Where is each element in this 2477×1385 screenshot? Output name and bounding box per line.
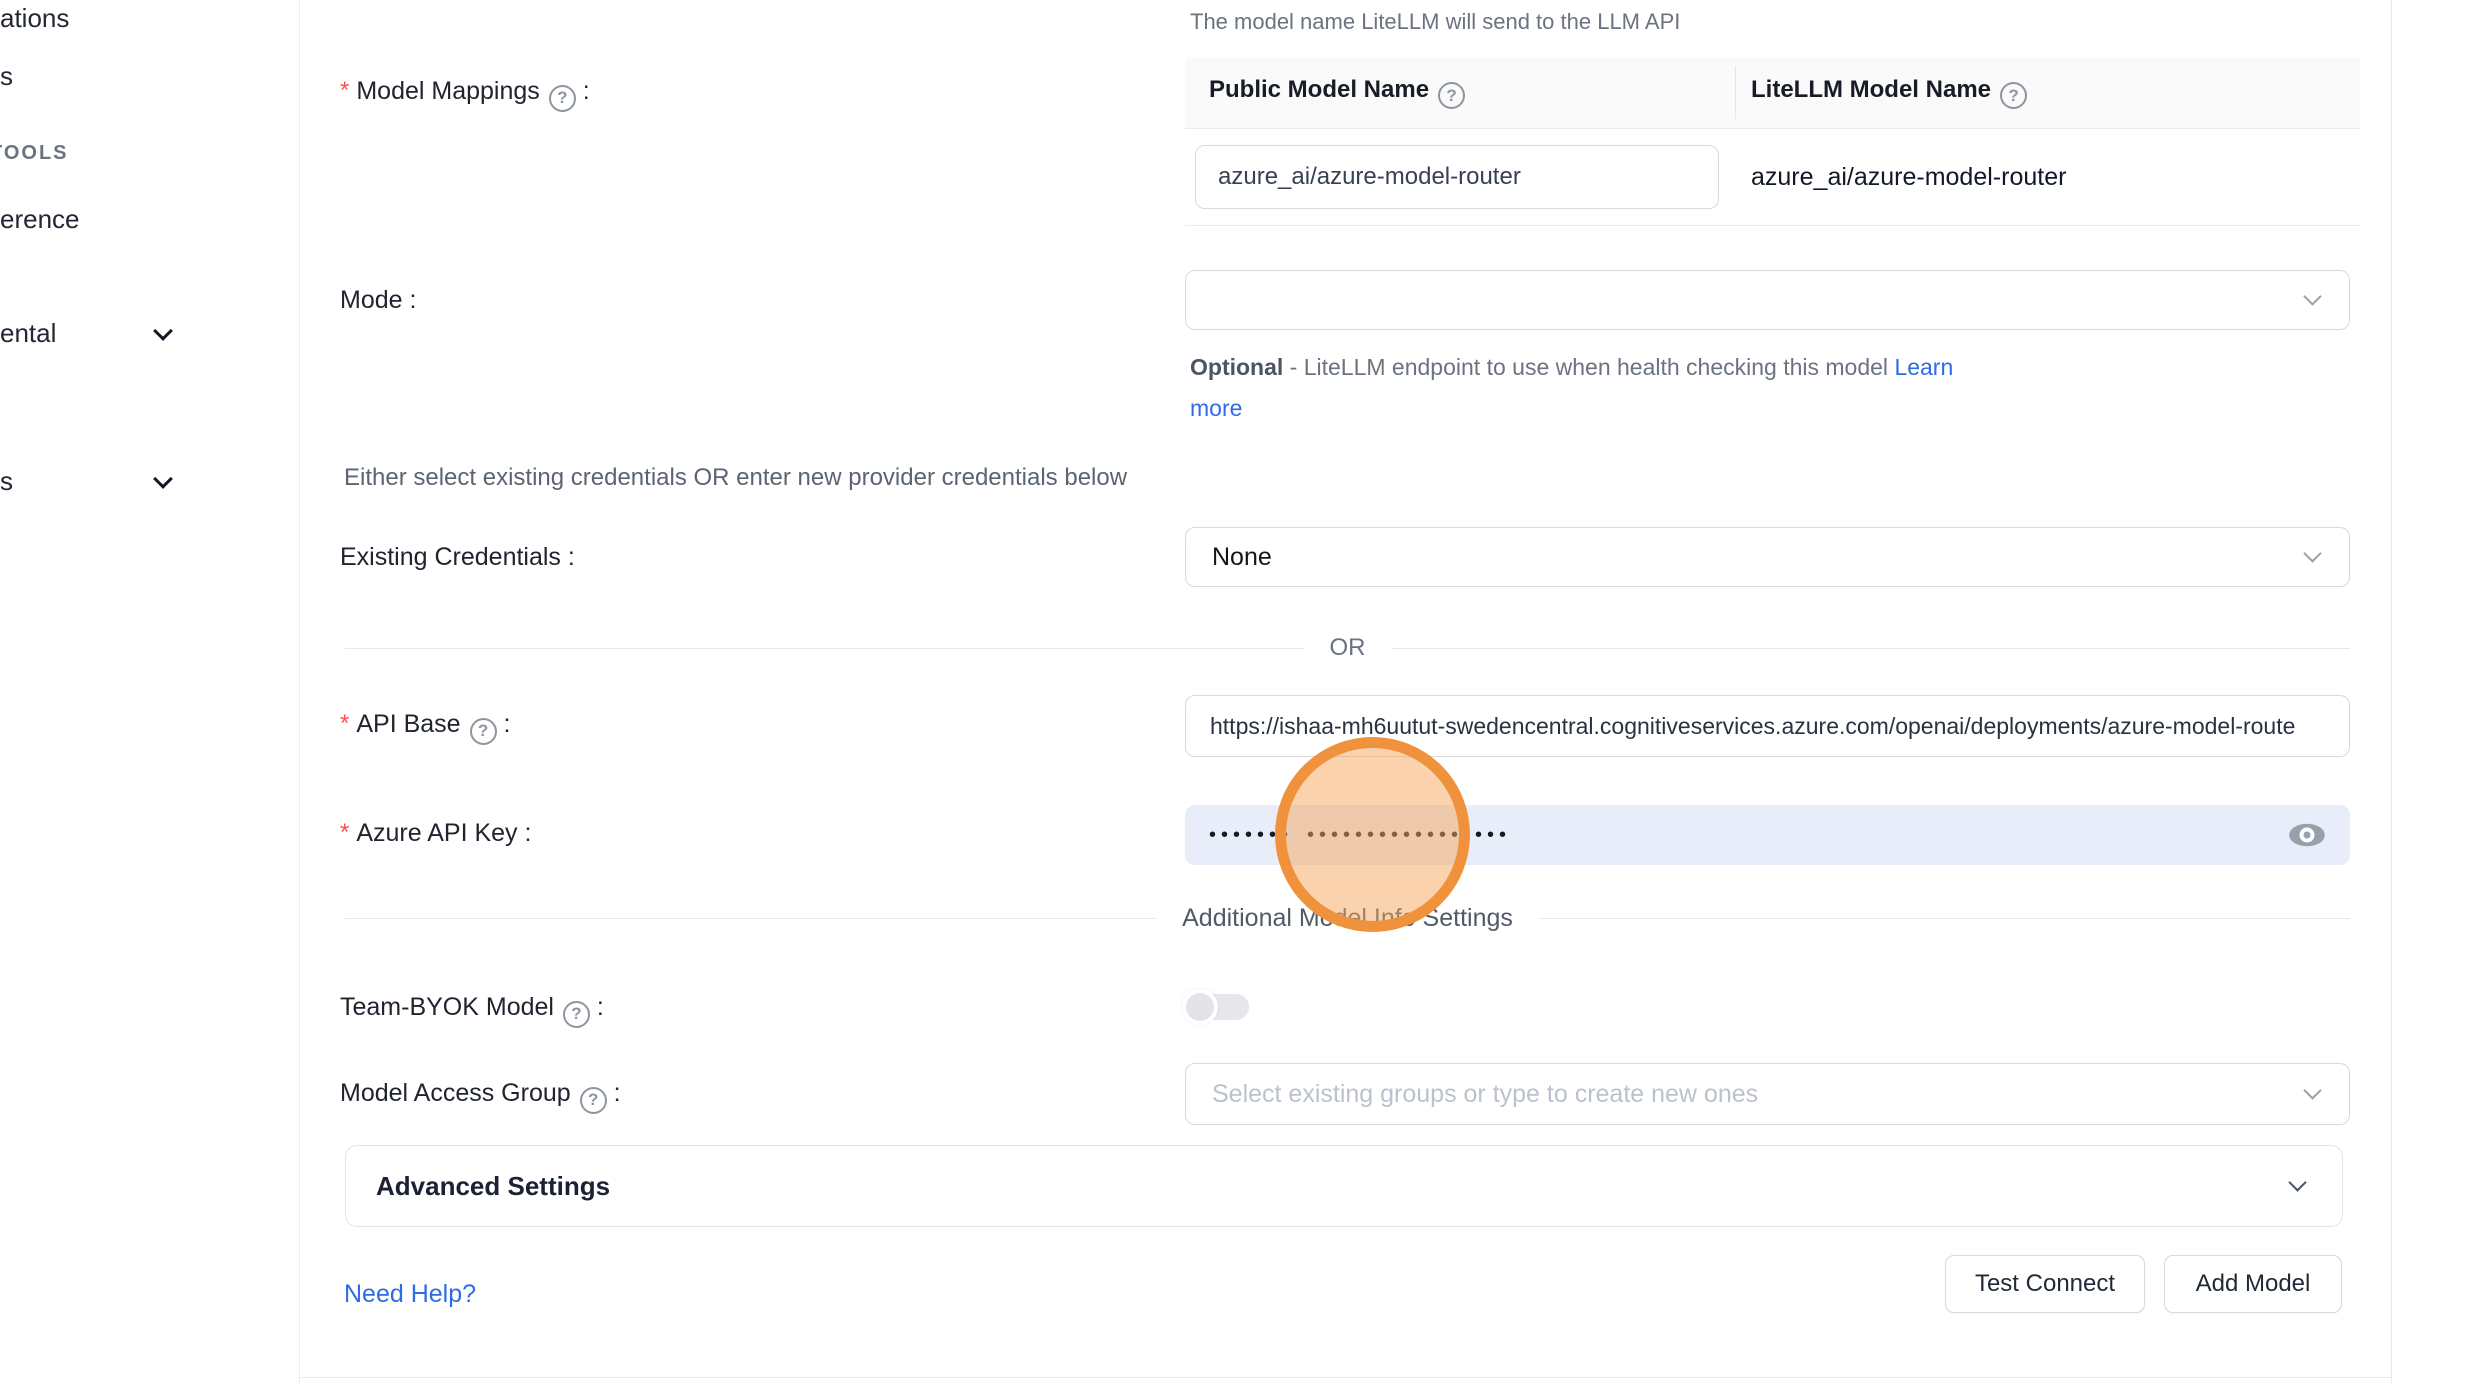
chevron-down-icon: [2303, 287, 2321, 305]
help-icon[interactable]: [1438, 82, 1465, 109]
toggle-knob: [1182, 989, 1218, 1025]
masked-key-dots: •••••••••••••••••: [1307, 825, 1511, 845]
model-access-group-label: Model Access Group: [340, 1077, 621, 1114]
required-asterisk: *: [340, 710, 349, 737]
sidebar-item-experimental[interactable]: ental: [0, 317, 56, 349]
api-base-label: *API Base: [340, 708, 510, 745]
card-right-border: [2391, 0, 2392, 1385]
table-row: azure_ai/azure-model-router azure_ai/azu…: [1185, 129, 2360, 226]
chevron-down-icon: [2303, 1081, 2321, 1099]
card-bottom-border: [300, 1377, 2392, 1378]
help-icon[interactable]: [470, 718, 497, 745]
help-icon[interactable]: [2000, 82, 2027, 109]
azure-api-key-label: *Azure API Key: [340, 817, 531, 849]
help-icon[interactable]: [563, 1001, 590, 1028]
existing-credentials-value: None: [1212, 543, 1272, 572]
or-divider-text: OR: [1330, 634, 1366, 662]
existing-credentials-label: Existing Credentials: [340, 541, 575, 573]
litellm-model-name-value: azure_ai/azure-model-router: [1751, 163, 2066, 192]
additional-settings-divider-text: Additional Model Info Settings: [1182, 904, 1513, 933]
sidebar-section-tools: TOOLS: [0, 139, 69, 167]
chevron-down-icon[interactable]: [153, 321, 173, 341]
model-mappings-table: Public Model Name LiteLLM Model Name azu…: [1185, 57, 2360, 226]
public-model-name-input[interactable]: azure_ai/azure-model-router: [1195, 145, 1719, 209]
additional-settings-divider: Additional Model Info Settings: [345, 903, 2350, 933]
model-access-group-select[interactable]: Select existing groups or type to create…: [1185, 1063, 2350, 1125]
test-connect-button[interactable]: Test Connect: [1945, 1255, 2145, 1313]
credentials-hint: Either select existing credentials OR en…: [344, 461, 1127, 495]
chevron-down-icon: [2288, 1173, 2306, 1191]
sidebar-item-api-reference[interactable]: erence: [0, 203, 80, 235]
model-name-hint: The model name LiteLLM will send to the …: [1190, 5, 1680, 39]
model-access-group-placeholder: Select existing groups or type to create…: [1212, 1080, 1758, 1109]
model-mappings-header: Public Model Name LiteLLM Model Name: [1185, 57, 2360, 129]
add-model-page: ations s TOOLS erence ental s The model …: [0, 0, 2477, 1385]
advanced-settings-panel[interactable]: Advanced Settings: [345, 1145, 2343, 1227]
chevron-down-icon[interactable]: [153, 469, 173, 489]
need-help-link[interactable]: Need Help?: [344, 1280, 476, 1309]
header-divider: [1735, 66, 1736, 119]
advanced-settings-label: Advanced Settings: [376, 1171, 610, 1202]
mode-help-text: Optional - LiteLLM endpoint to use when …: [1190, 347, 2005, 429]
required-asterisk: *: [340, 819, 349, 846]
team-byok-toggle[interactable]: [1185, 994, 1249, 1020]
masked-key-dots: •••••••: [1209, 825, 1293, 845]
help-icon[interactable]: [580, 1087, 607, 1114]
chevron-down-icon: [2303, 544, 2321, 562]
litellm-model-name-header: LiteLLM Model Name: [1751, 76, 1991, 103]
add-model-button[interactable]: Add Model: [2164, 1255, 2342, 1313]
sidebar-item-settings[interactable]: s: [0, 465, 13, 497]
eye-icon[interactable]: [2288, 821, 2326, 849]
mode-label: Mode: [340, 284, 416, 316]
api-base-input[interactable]: https://ishaa-mh6uutut-swedencentral.cog…: [1185, 695, 2350, 757]
mode-select[interactable]: [1185, 270, 2350, 330]
model-mappings-label: *Model Mappings: [340, 75, 590, 112]
public-model-name-header: Public Model Name: [1209, 76, 1429, 103]
required-asterisk: *: [340, 77, 349, 104]
team-byok-label: Team-BYOK Model: [340, 991, 604, 1028]
sidebar-item-organizations[interactable]: ations: [0, 2, 69, 34]
azure-api-key-input[interactable]: ••••••• •••••••••••••••••: [1185, 805, 2350, 865]
or-divider: OR: [345, 633, 2350, 663]
help-icon[interactable]: [549, 85, 576, 112]
sidebar-item-users[interactable]: s: [0, 60, 13, 92]
existing-credentials-select[interactable]: None: [1185, 527, 2350, 587]
sidebar: ations s TOOLS erence ental s: [0, 0, 300, 1385]
